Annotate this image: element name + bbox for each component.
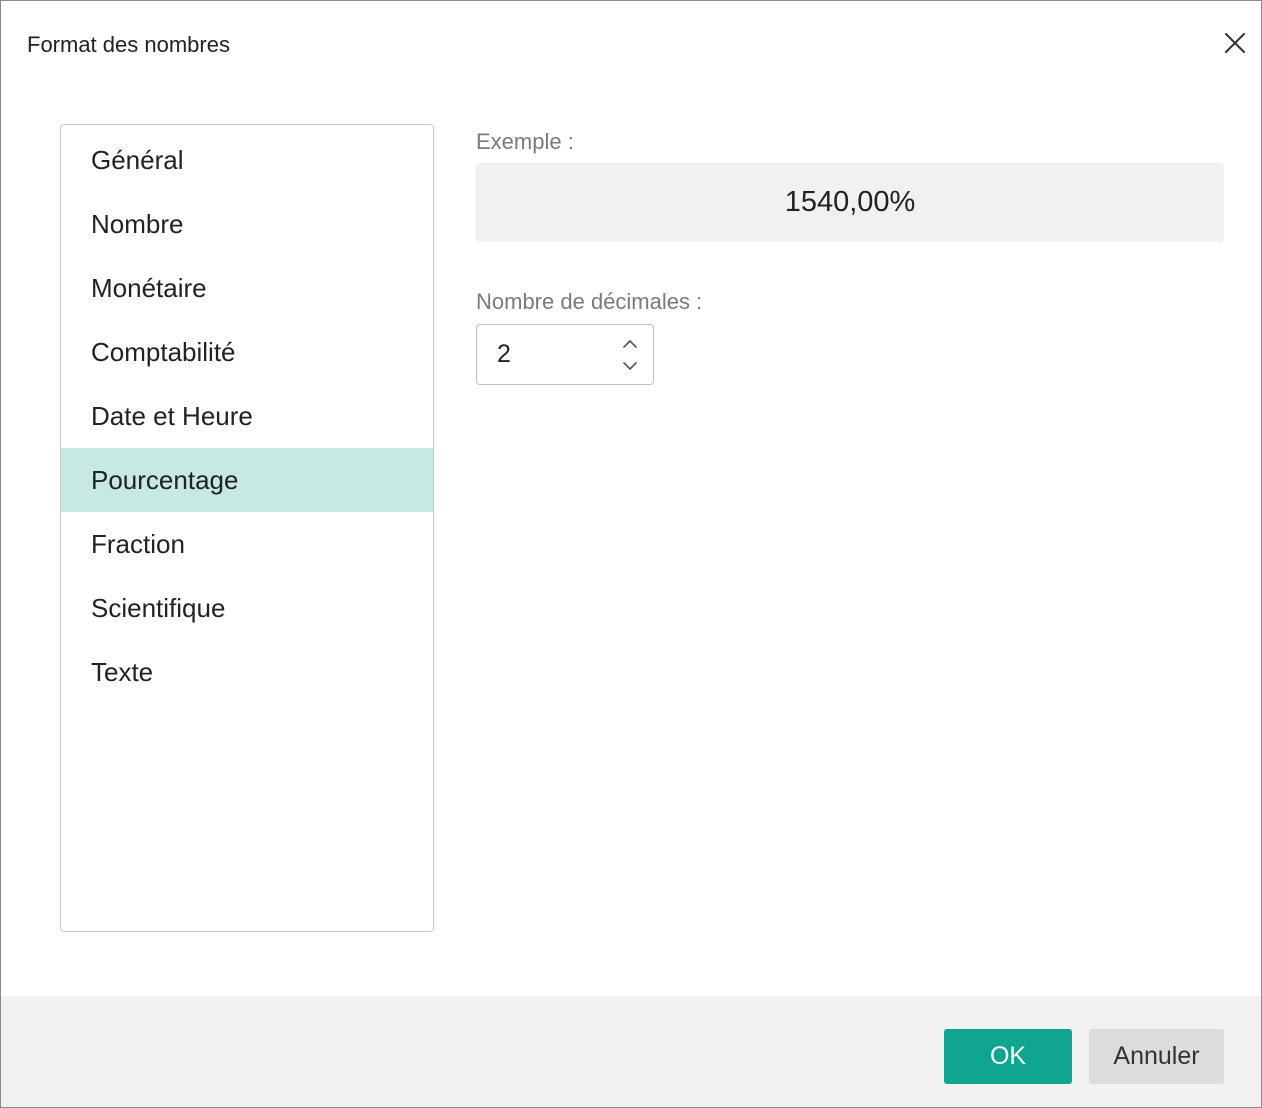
close-button[interactable] [1217, 25, 1253, 61]
ok-button[interactable]: OK [944, 1029, 1072, 1084]
decimals-label: Nombre de décimales : [476, 289, 703, 314]
category-item-number[interactable]: Nombre [61, 192, 433, 256]
dialog-titlebar: Format des nombres [1, 1, 1261, 87]
chevron-up-icon [623, 340, 637, 348]
dialog-title: Format des nombres [27, 32, 230, 57]
cancel-button[interactable]: Annuler [1089, 1029, 1224, 1084]
decimals-spinner[interactable]: 2 [476, 324, 654, 385]
category-item-text[interactable]: Texte [61, 640, 433, 704]
chevron-down-icon [623, 362, 637, 370]
example-label: Exemple : [476, 129, 574, 154]
category-item-general[interactable]: Général [61, 128, 433, 192]
dialog-footer: OK Annuler [1, 996, 1261, 1107]
category-item-percentage[interactable]: Pourcentage [61, 448, 433, 512]
category-item-fraction[interactable]: Fraction [61, 512, 433, 576]
increment-button[interactable] [619, 334, 641, 354]
category-item-currency[interactable]: Monétaire [61, 256, 433, 320]
example-value: 1540,00% [784, 186, 916, 218]
example-preview: 1540,00% [476, 163, 1224, 242]
close-icon [1225, 33, 1245, 53]
category-item-date-time[interactable]: Date et Heure [61, 384, 433, 448]
number-format-dialog: Format des nombres Général Nombre Monéta… [0, 0, 1262, 1108]
category-list: Général Nombre Monétaire Comptabilité Da… [60, 124, 434, 932]
category-item-scientific[interactable]: Scientifique [61, 576, 433, 640]
category-item-accounting[interactable]: Comptabilité [61, 320, 433, 384]
decimals-value[interactable]: 2 [497, 325, 511, 384]
decrement-button[interactable] [619, 356, 641, 376]
